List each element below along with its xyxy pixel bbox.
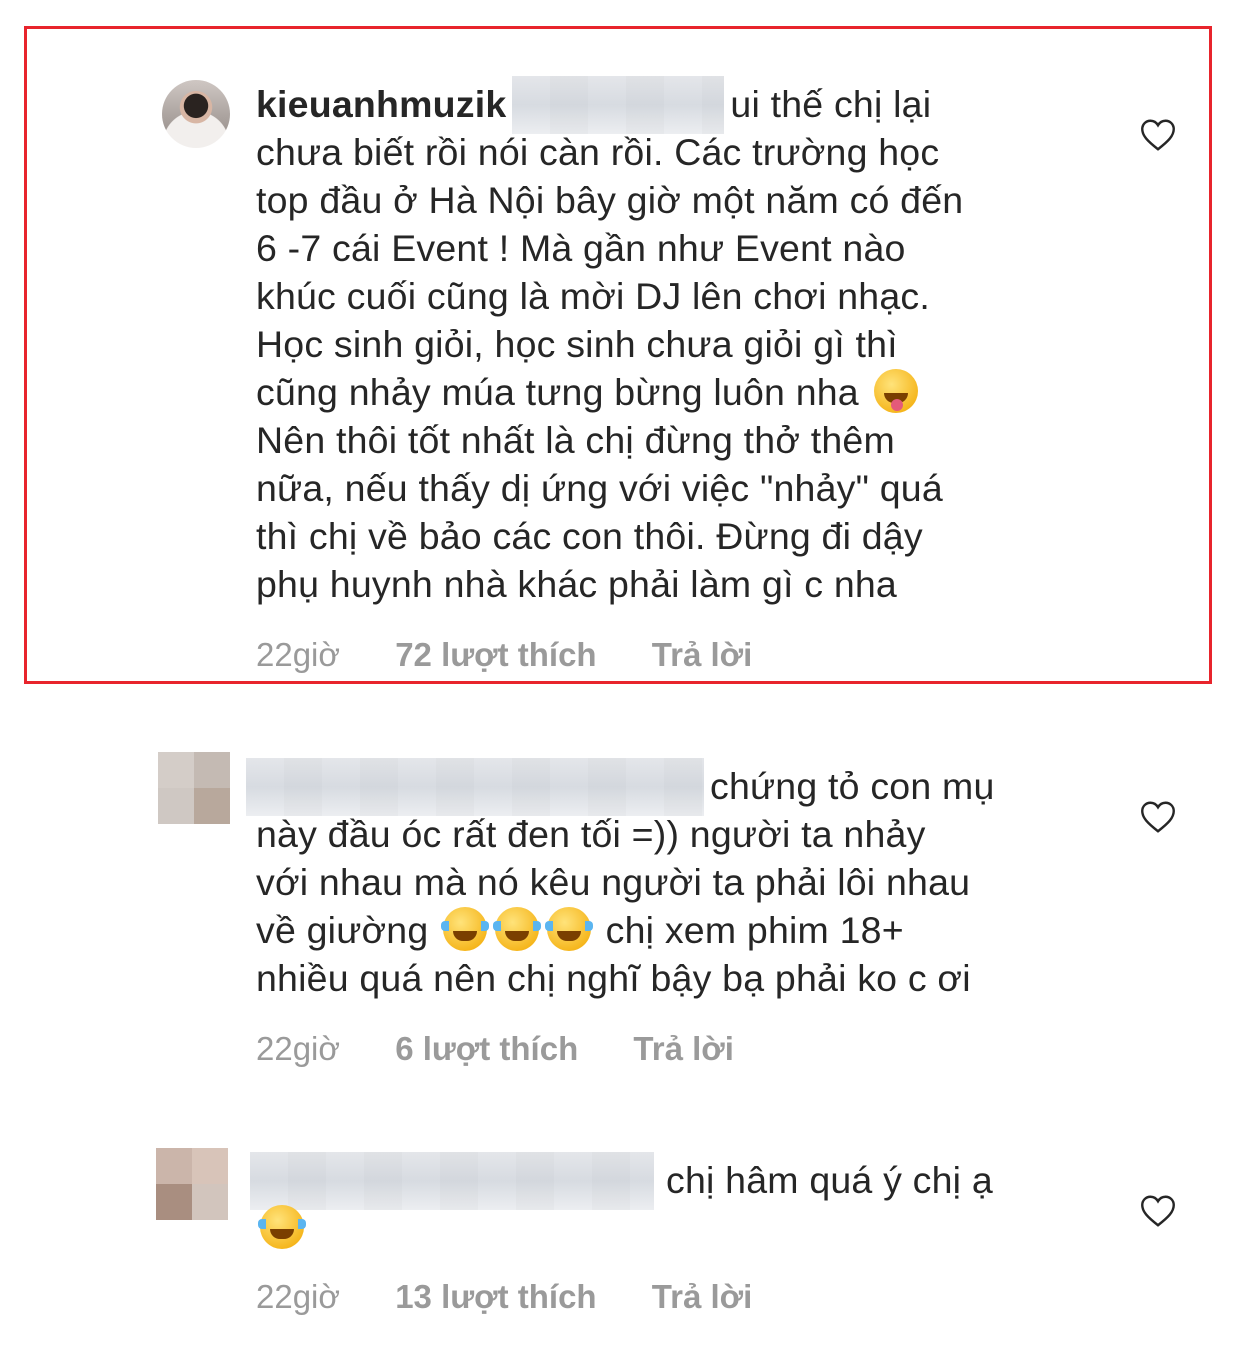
reply-button[interactable]: Trả lời (633, 1030, 734, 1067)
timestamp: 22giờ (256, 636, 341, 673)
heart-icon[interactable] (1140, 118, 1176, 152)
comment-line: top đầu ở Hà Nội bây giờ một năm có đến (256, 179, 964, 221)
blurred-username (250, 1152, 654, 1211)
blurred-username (246, 758, 704, 817)
comment-line: cũng nhảy múa tưng bừng luôn nha (256, 371, 859, 413)
comment-line: Nên thôi tốt nhất là chị đừng thở thêm (256, 419, 895, 461)
comment-line: về giường (256, 909, 429, 951)
tears-of-joy-emoji (441, 907, 490, 951)
username-link[interactable]: kieuanhmuzik (256, 83, 506, 125)
comment-meta: 22giờ 6 lượt thích Trả lời (256, 1030, 780, 1068)
comment-line: 6 -7 cái Event ! Mà gần như Event nào (256, 227, 906, 269)
timestamp: 22giờ (256, 1278, 341, 1315)
heart-icon[interactable] (1140, 1194, 1176, 1228)
likes-count-link[interactable]: 13 lượt thích (395, 1278, 596, 1315)
comment-line: ui thế chị lại (730, 83, 932, 125)
comment-meta: 22giờ 13 lượt thích Trả lời (256, 1278, 798, 1316)
heart-icon[interactable] (1140, 800, 1176, 834)
likes-count-link[interactable]: 72 lượt thích (395, 636, 596, 673)
comment-line: nữa, nếu thấy dị ứng với việc "nhảy" quá (256, 467, 943, 509)
comment-line: thì chị về bảo các con thôi. Đừng đi dậy (256, 515, 923, 557)
comment-line: này đầu óc rất đen tối =)) người ta nhảy (256, 813, 926, 855)
tears-of-joy-emoji (545, 907, 594, 951)
avatar[interactable] (162, 80, 230, 148)
blurred-mention (512, 76, 725, 135)
comment-line: Học sinh giỏi, học sinh chưa giỏi gì thì (256, 323, 898, 365)
tears-of-joy-emoji (493, 907, 542, 951)
rolling-laughing-emoji (258, 1205, 306, 1249)
comment-text: chứng tỏ con mụ này đầu óc rất đen tối =… (246, 758, 1096, 1002)
comment-line: phụ huynh nhà khác phải làm gì c nha (256, 563, 897, 605)
timestamp: 22giờ (256, 1030, 341, 1067)
comment-line: chứng tỏ con mụ (710, 765, 995, 807)
comment-line: chị xem phim 18+ (605, 909, 904, 951)
reply-button[interactable]: Trả lời (652, 636, 753, 673)
avatar[interactable] (156, 1148, 228, 1220)
comment-text: chị hâm quá ý chị ạ (250, 1152, 1096, 1252)
comment-text: kieuanhmuzik ui thế chị lại chưa biết rồi… (256, 76, 1096, 608)
comment-line: nhiều quá nên chị nghĩ bậy bạ phải ko c … (256, 957, 971, 999)
comment-line: chưa biết rồi nói càn rồi. Các trường họ… (256, 131, 940, 173)
comment-meta: 22giờ 72 lượt thích Trả lời (256, 636, 798, 674)
winking-tongue-emoji (873, 369, 918, 413)
comment-line: chị hâm quá ý chị ạ (666, 1159, 993, 1201)
comment-line: với nhau mà nó kêu người ta phải lôi nha… (256, 861, 971, 903)
reply-button[interactable]: Trả lời (652, 1278, 753, 1315)
comment-line: khúc cuối cũng là mời DJ lên chơi nhạc. (256, 275, 930, 317)
avatar[interactable] (158, 752, 230, 824)
likes-count-link[interactable]: 6 lượt thích (395, 1030, 578, 1067)
